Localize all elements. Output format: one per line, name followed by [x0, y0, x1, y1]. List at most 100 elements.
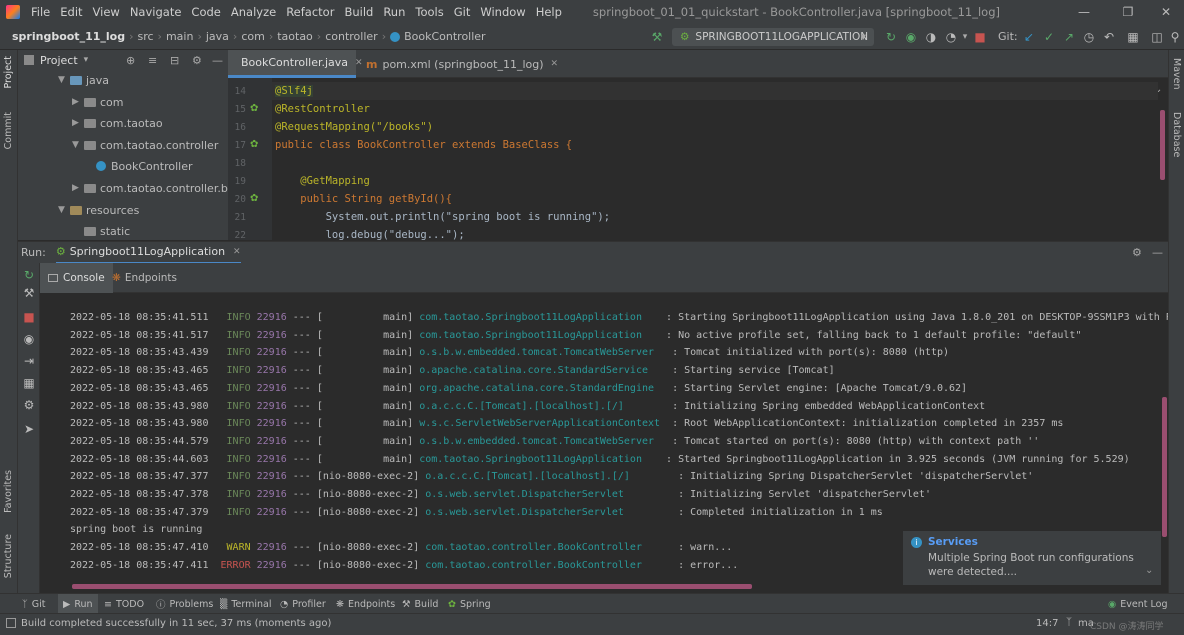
tree-item-com-taotao-controller-bak[interactable]: ▶ com.taotao.controller.bak: [72, 178, 241, 198]
spring-bean-gutter-icon[interactable]: ✿: [250, 139, 258, 150]
menu-build[interactable]: Build: [339, 5, 378, 19]
settings-icon[interactable]: ⚙: [21, 397, 37, 413]
commit-tool-tab[interactable]: Commit: [3, 112, 14, 149]
code-line-14[interactable]: @Slf4j: [275, 82, 313, 100]
maven-tool-tab[interactable]: Maven: [1171, 58, 1182, 90]
breadcrumb-main[interactable]: main: [166, 30, 193, 43]
menu-help[interactable]: Help: [531, 5, 567, 19]
event-log-button[interactable]: ◉ Event Log: [1108, 594, 1168, 614]
project-panel-title[interactable]: Project: [40, 54, 78, 67]
hammer-build-icon[interactable]: ⚒: [650, 30, 664, 44]
breadcrumb-controller[interactable]: controller: [325, 30, 377, 43]
structure-tool-tab[interactable]: Structure: [3, 534, 14, 578]
breadcrumb-src[interactable]: src: [137, 30, 153, 43]
menu-git[interactable]: Git: [449, 5, 476, 19]
coverage-icon[interactable]: ◑: [924, 30, 938, 44]
bottom-tab-terminal[interactable]: ▒ Terminal: [220, 594, 271, 614]
spring-bean-gutter-icon[interactable]: ✿: [250, 103, 258, 114]
collapse-all-icon[interactable]: ≡: [148, 54, 157, 67]
code-line-17[interactable]: public class BookController extends Base…: [275, 136, 572, 154]
search-icon[interactable]: ⚲: [1168, 30, 1182, 44]
spring-endpoint-gutter-icon[interactable]: ✿: [250, 193, 258, 204]
tree-item-com-taotao-controller[interactable]: ▼ com.taotao.controller: [72, 135, 218, 155]
project-structure-icon[interactable]: ▦: [1126, 30, 1140, 44]
breadcrumb-com[interactable]: com: [241, 30, 265, 43]
run-configuration-select[interactable]: ⚙ SPRINGBOOT11LOGAPPLICATION ▾: [672, 28, 874, 46]
tab-console[interactable]: Console: [40, 263, 113, 293]
tree-item-com[interactable]: ▶ com: [72, 92, 124, 112]
menu-edit[interactable]: Edit: [55, 5, 87, 19]
code-line-20[interactable]: public String getById(){: [275, 190, 452, 208]
tree-item-com-taotao[interactable]: ▶ com.taotao: [72, 113, 163, 133]
console-horizontal-scrollbar[interactable]: [72, 584, 752, 589]
bottom-tab-endpoints[interactable]: ❋ Endpoints: [336, 594, 395, 614]
close-tab-icon[interactable]: ✕: [551, 59, 559, 69]
close-icon[interactable]: ✕: [1146, 0, 1184, 24]
chevron-right-icon[interactable]: ▶: [72, 183, 84, 193]
exit-icon[interactable]: ⇥: [21, 353, 37, 369]
pin-icon[interactable]: ➤: [21, 421, 37, 437]
tab-endpoints[interactable]: ❋ Endpoints: [104, 263, 185, 293]
rollback-icon[interactable]: ↶: [1102, 30, 1116, 44]
locate-icon[interactable]: ⊕: [126, 54, 135, 67]
chevron-down-icon[interactable]: ▼: [58, 205, 70, 215]
chevron-down-icon[interactable]: ▾: [84, 55, 89, 65]
favorites-tool-tab[interactable]: Favorites: [3, 470, 14, 513]
code-line-15[interactable]: @RestController: [275, 100, 370, 118]
layout-icon[interactable]: ▦: [21, 375, 37, 391]
menu-view[interactable]: View: [88, 5, 125, 19]
breadcrumb-project[interactable]: springboot_11_log: [12, 30, 125, 43]
breadcrumb-bookcontroller[interactable]: BookController: [404, 30, 486, 43]
chevron-down-icon[interactable]: ▼: [72, 140, 84, 150]
database-tool-tab[interactable]: Database: [1171, 112, 1182, 157]
chevron-down-icon[interactable]: ⌄: [1145, 565, 1153, 576]
breadcrumb-taotao[interactable]: taotao: [277, 30, 313, 43]
git-commit-icon[interactable]: ✓: [1042, 30, 1056, 44]
gear-icon[interactable]: ⚙: [1132, 246, 1142, 259]
camera-icon[interactable]: ◉: [21, 331, 37, 347]
bottom-tab-spring[interactable]: ✿ Spring: [448, 594, 491, 614]
close-tab-icon[interactable]: ✕: [233, 247, 241, 257]
restore-icon[interactable]: ❐: [1108, 0, 1148, 24]
bottom-tab-todo[interactable]: ≡ TODO: [104, 594, 144, 614]
bottom-tab-problems[interactable]: ⓘ Problems: [156, 594, 213, 614]
debug-icon[interactable]: ◉: [904, 30, 918, 44]
bottom-tab-build[interactable]: ⚒ Build: [402, 594, 438, 614]
tree-item-resources[interactable]: ▼ resources: [58, 200, 139, 220]
stop-icon[interactable]: ■: [21, 309, 37, 325]
project-tool-tab[interactable]: Project: [3, 56, 14, 89]
tree-item-java[interactable]: ▼ java: [58, 70, 109, 90]
console-vertical-scrollbar[interactable]: [1162, 397, 1167, 537]
menu-file[interactable]: File: [26, 5, 55, 19]
tree-item-bookcontroller[interactable]: BookController: [96, 156, 193, 176]
chevron-down-icon[interactable]: ▼: [58, 75, 70, 85]
services-notification[interactable]: i Services Multiple Spring Boot run conf…: [902, 530, 1162, 586]
history-icon[interactable]: ◷: [1082, 30, 1096, 44]
status-message[interactable]: Build completed successfully in 11 sec, …: [21, 618, 331, 629]
run-tab-springboot11logapplication[interactable]: ⚙ Springboot11LogApplication ✕: [55, 242, 241, 264]
more-run-options-icon[interactable]: ▾: [958, 30, 972, 44]
chevron-right-icon[interactable]: ▶: [72, 118, 84, 128]
layout-icon[interactable]: ◫: [1150, 30, 1164, 44]
menu-window[interactable]: Window: [475, 5, 530, 19]
profile-icon[interactable]: ◔: [944, 30, 958, 44]
minimize-icon[interactable]: —: [1064, 0, 1104, 24]
tree-item-static[interactable]: static: [84, 221, 130, 241]
hide-panel-icon[interactable]: —: [212, 54, 223, 67]
stop-icon[interactable]: ■: [973, 30, 987, 44]
menu-code[interactable]: Code: [186, 5, 225, 19]
code-line-16[interactable]: @RequestMapping("/books"): [275, 118, 433, 136]
git-update-icon[interactable]: ↙: [1022, 30, 1036, 44]
editor-scrollbar[interactable]: [1160, 110, 1165, 180]
hide-panel-icon[interactable]: —: [1152, 246, 1163, 259]
bottom-tab-profiler[interactable]: ◔ Profiler: [280, 594, 326, 614]
menu-tools[interactable]: Tools: [410, 5, 448, 19]
expand-all-icon[interactable]: ⊟: [170, 54, 179, 67]
tab-pom-xml[interactable]: m pom.xml (springboot_11_log) ✕: [358, 50, 566, 78]
bottom-tab-git[interactable]: ᛉ Git: [22, 594, 45, 614]
breadcrumb-java[interactable]: java: [206, 30, 229, 43]
rerun-icon[interactable]: ↻: [21, 267, 37, 283]
gear-icon[interactable]: ⚙: [192, 54, 202, 67]
caret-position[interactable]: 14:7: [1036, 618, 1058, 629]
chevron-right-icon[interactable]: ▶: [72, 97, 84, 107]
